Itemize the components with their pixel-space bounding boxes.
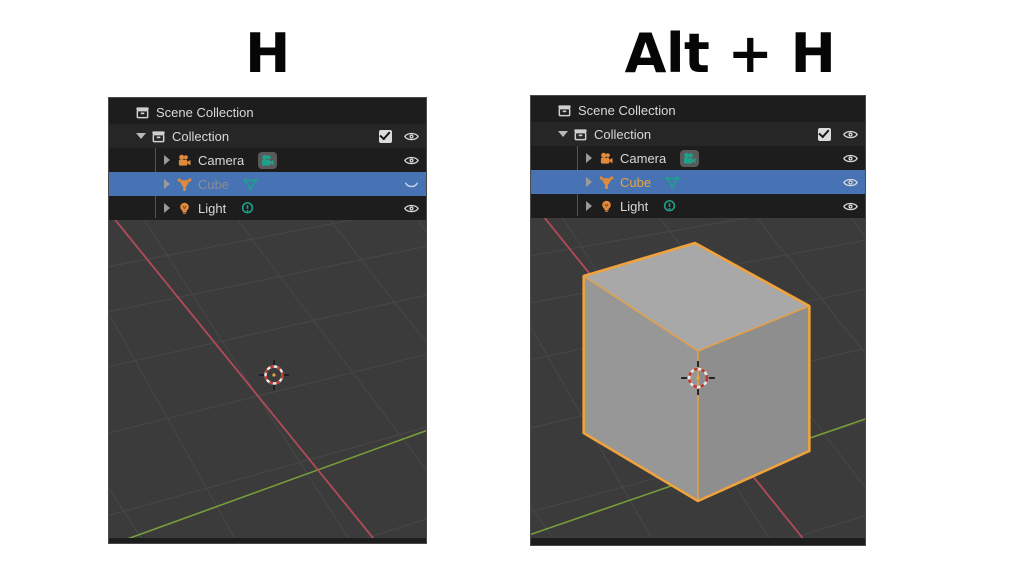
outliner-left[interactable]: Scene Collection Collection Camera Cube … — [109, 98, 426, 220]
outliner-row-label: Cube — [198, 176, 230, 192]
blender-panel-left: Scene Collection Collection Camera Cube … — [108, 97, 427, 544]
outliner-row-collection[interactable]: Collection — [109, 124, 426, 148]
light-object-icon — [177, 201, 192, 216]
outliner-row-label: Light — [198, 200, 227, 216]
eye-open-icon — [403, 204, 419, 212]
scene-collection-icon — [557, 103, 572, 118]
checkbox-checked-icon — [378, 129, 392, 143]
visibility-toggle[interactable] — [839, 148, 861, 168]
eye-open-icon — [842, 130, 858, 138]
outliner-row-label: Scene Collection — [578, 102, 676, 118]
chevron-right-icon[interactable] — [583, 152, 595, 164]
viewport-left-canvas — [109, 220, 426, 538]
eye-open-icon — [842, 202, 858, 210]
mesh-object-icon — [599, 175, 614, 190]
outliner-row-camera[interactable]: Camera — [531, 146, 865, 170]
collection-checkbox[interactable] — [374, 126, 396, 146]
mesh-data-icon[interactable] — [243, 177, 258, 192]
outliner-row-label: Light — [620, 198, 649, 214]
collection-icon — [573, 127, 588, 142]
screenshot-root: H Alt + H Scene Collection Collection Ca… — [0, 0, 1024, 576]
viewport-right-canvas — [531, 218, 865, 538]
viewport-left[interactable] — [109, 220, 426, 538]
mesh-data-icon[interactable] — [665, 175, 680, 190]
shortcut-label-unhide: Alt + H — [624, 22, 836, 85]
outliner-row-label: Collection — [594, 126, 652, 142]
camera-data-icon[interactable] — [258, 151, 278, 169]
visibility-toggle[interactable] — [839, 124, 861, 144]
chevron-right-icon[interactable] — [161, 154, 173, 166]
outliner-row-scene-collection[interactable]: Scene Collection — [531, 98, 865, 122]
mesh-object-icon — [177, 177, 192, 192]
eye-open-icon — [403, 132, 419, 140]
eye-open-icon — [842, 178, 858, 186]
chevron-right-icon[interactable] — [161, 202, 173, 214]
visibility-toggle[interactable] — [839, 172, 861, 192]
outliner-row-scene-collection[interactable]: Scene Collection — [109, 100, 426, 124]
outliner-row-cube[interactable]: Cube — [109, 172, 426, 196]
visibility-toggle[interactable] — [400, 174, 422, 194]
blender-panel-right: Scene Collection Collection Camera Cube … — [530, 95, 866, 546]
outliner-row-light[interactable]: Light — [109, 196, 426, 220]
shortcut-label-hide: H — [245, 22, 290, 85]
outliner-row-collection[interactable]: Collection — [531, 122, 865, 146]
visibility-toggle[interactable] — [839, 196, 861, 216]
outliner-right[interactable]: Scene Collection Collection Camera Cube … — [531, 96, 865, 218]
chevron-right-icon[interactable] — [583, 176, 595, 188]
outliner-row-label: Camera — [620, 150, 667, 166]
light-data-icon[interactable] — [662, 199, 677, 214]
outliner-row-label: Scene Collection — [156, 104, 254, 120]
visibility-toggle[interactable] — [400, 198, 422, 218]
camera-data-icon[interactable] — [680, 149, 700, 167]
outliner-row-camera[interactable]: Camera — [109, 148, 426, 172]
chevron-down-icon[interactable] — [557, 128, 569, 140]
visibility-toggle[interactable] — [400, 150, 422, 170]
outliner-row-cube[interactable]: Cube — [531, 170, 865, 194]
collection-checkbox[interactable] — [813, 124, 835, 144]
collection-icon — [151, 129, 166, 144]
restrict-spacer — [839, 100, 861, 120]
visibility-toggle[interactable] — [400, 126, 422, 146]
eye-open-icon — [403, 156, 419, 164]
light-data-icon[interactable] — [240, 201, 255, 216]
viewport-right[interactable] — [531, 218, 865, 538]
eye-open-icon — [842, 154, 858, 162]
light-object-icon — [599, 199, 614, 214]
restrict-spacer — [400, 102, 422, 122]
outliner-row-label: Camera — [198, 152, 245, 168]
checkbox-checked-icon — [817, 127, 831, 141]
scene-collection-icon — [135, 105, 150, 120]
chevron-right-icon[interactable] — [161, 178, 173, 190]
outliner-row-label: Collection — [172, 128, 230, 144]
chevron-down-icon[interactable] — [135, 130, 147, 142]
chevron-right-icon[interactable] — [583, 200, 595, 212]
camera-object-icon — [599, 151, 614, 166]
eye-closed-icon — [404, 182, 418, 187]
outliner-row-light[interactable]: Light — [531, 194, 865, 218]
outliner-row-label: Cube — [620, 174, 652, 190]
camera-object-icon — [177, 153, 192, 168]
